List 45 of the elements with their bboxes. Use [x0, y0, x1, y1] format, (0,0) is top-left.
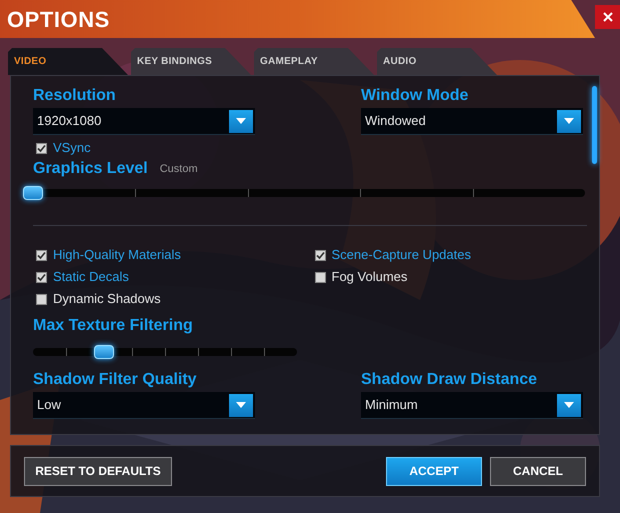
checkbox[interactable] — [36, 294, 47, 304]
checkbox[interactable] — [314, 250, 326, 260]
slider-thumb[interactable] — [94, 345, 114, 359]
caret-icon — [229, 110, 253, 132]
dropdown[interactable]: Windowed — [361, 108, 583, 135]
close-icon — [602, 12, 612, 22]
section-heading: Shadow Draw Distance — [361, 370, 538, 390]
dropdown[interactable]: Low — [33, 392, 255, 419]
section-heading: Max Texture Filtering — [33, 317, 193, 334]
slider-track[interactable] — [23, 185, 585, 201]
checkbox-label: Static Decals — [53, 268, 129, 286]
check-icon — [316, 250, 324, 260]
caret-icon — [229, 394, 253, 416]
section-heading: Shadow Filter Quality — [33, 370, 198, 390]
checkbox-label: VSync — [53, 139, 91, 158]
dropdown[interactable]: Minimum — [361, 392, 583, 419]
close-button[interactable] — [595, 5, 620, 29]
checkbox[interactable] — [314, 272, 326, 282]
dialog-button[interactable]: CANCEL — [490, 456, 586, 486]
checkbox[interactable] — [36, 272, 47, 282]
check-icon — [37, 272, 46, 282]
dropdown-value: Minimum — [365, 396, 418, 414]
dropdown-value: 1920x1080 — [37, 112, 102, 130]
checkbox[interactable] — [36, 250, 47, 260]
check-icon — [37, 250, 46, 260]
checkbox-label: Dynamic Shadows — [53, 290, 161, 308]
checkbox[interactable] — [36, 142, 47, 154]
slider-thumb[interactable] — [23, 186, 43, 200]
slider-track[interactable] — [33, 344, 297, 360]
check-icon — [37, 144, 46, 152]
window-title: OPTIONS — [7, 6, 110, 34]
scrollbar[interactable] — [592, 86, 597, 164]
checkbox-label: Fog Volumes — [332, 268, 408, 286]
caret-icon — [557, 394, 581, 416]
section-heading: Graphics Level — [33, 159, 148, 179]
graphics-level-reading: Custom — [160, 162, 198, 177]
checkbox-label: Scene-Capture Updates — [332, 246, 471, 264]
section-heading: Window Mode — [361, 86, 470, 106]
section-heading: Resolution — [33, 86, 117, 106]
dropdown[interactable]: 1920x1080 — [33, 108, 255, 135]
caret-icon — [557, 110, 581, 132]
dropdown-value: Windowed — [365, 112, 426, 130]
dropdown-value: Low — [37, 396, 61, 414]
checkbox-label: High-Quality Materials — [53, 246, 181, 264]
dialog-button[interactable]: RESET TO DEFAULTS — [24, 456, 172, 486]
